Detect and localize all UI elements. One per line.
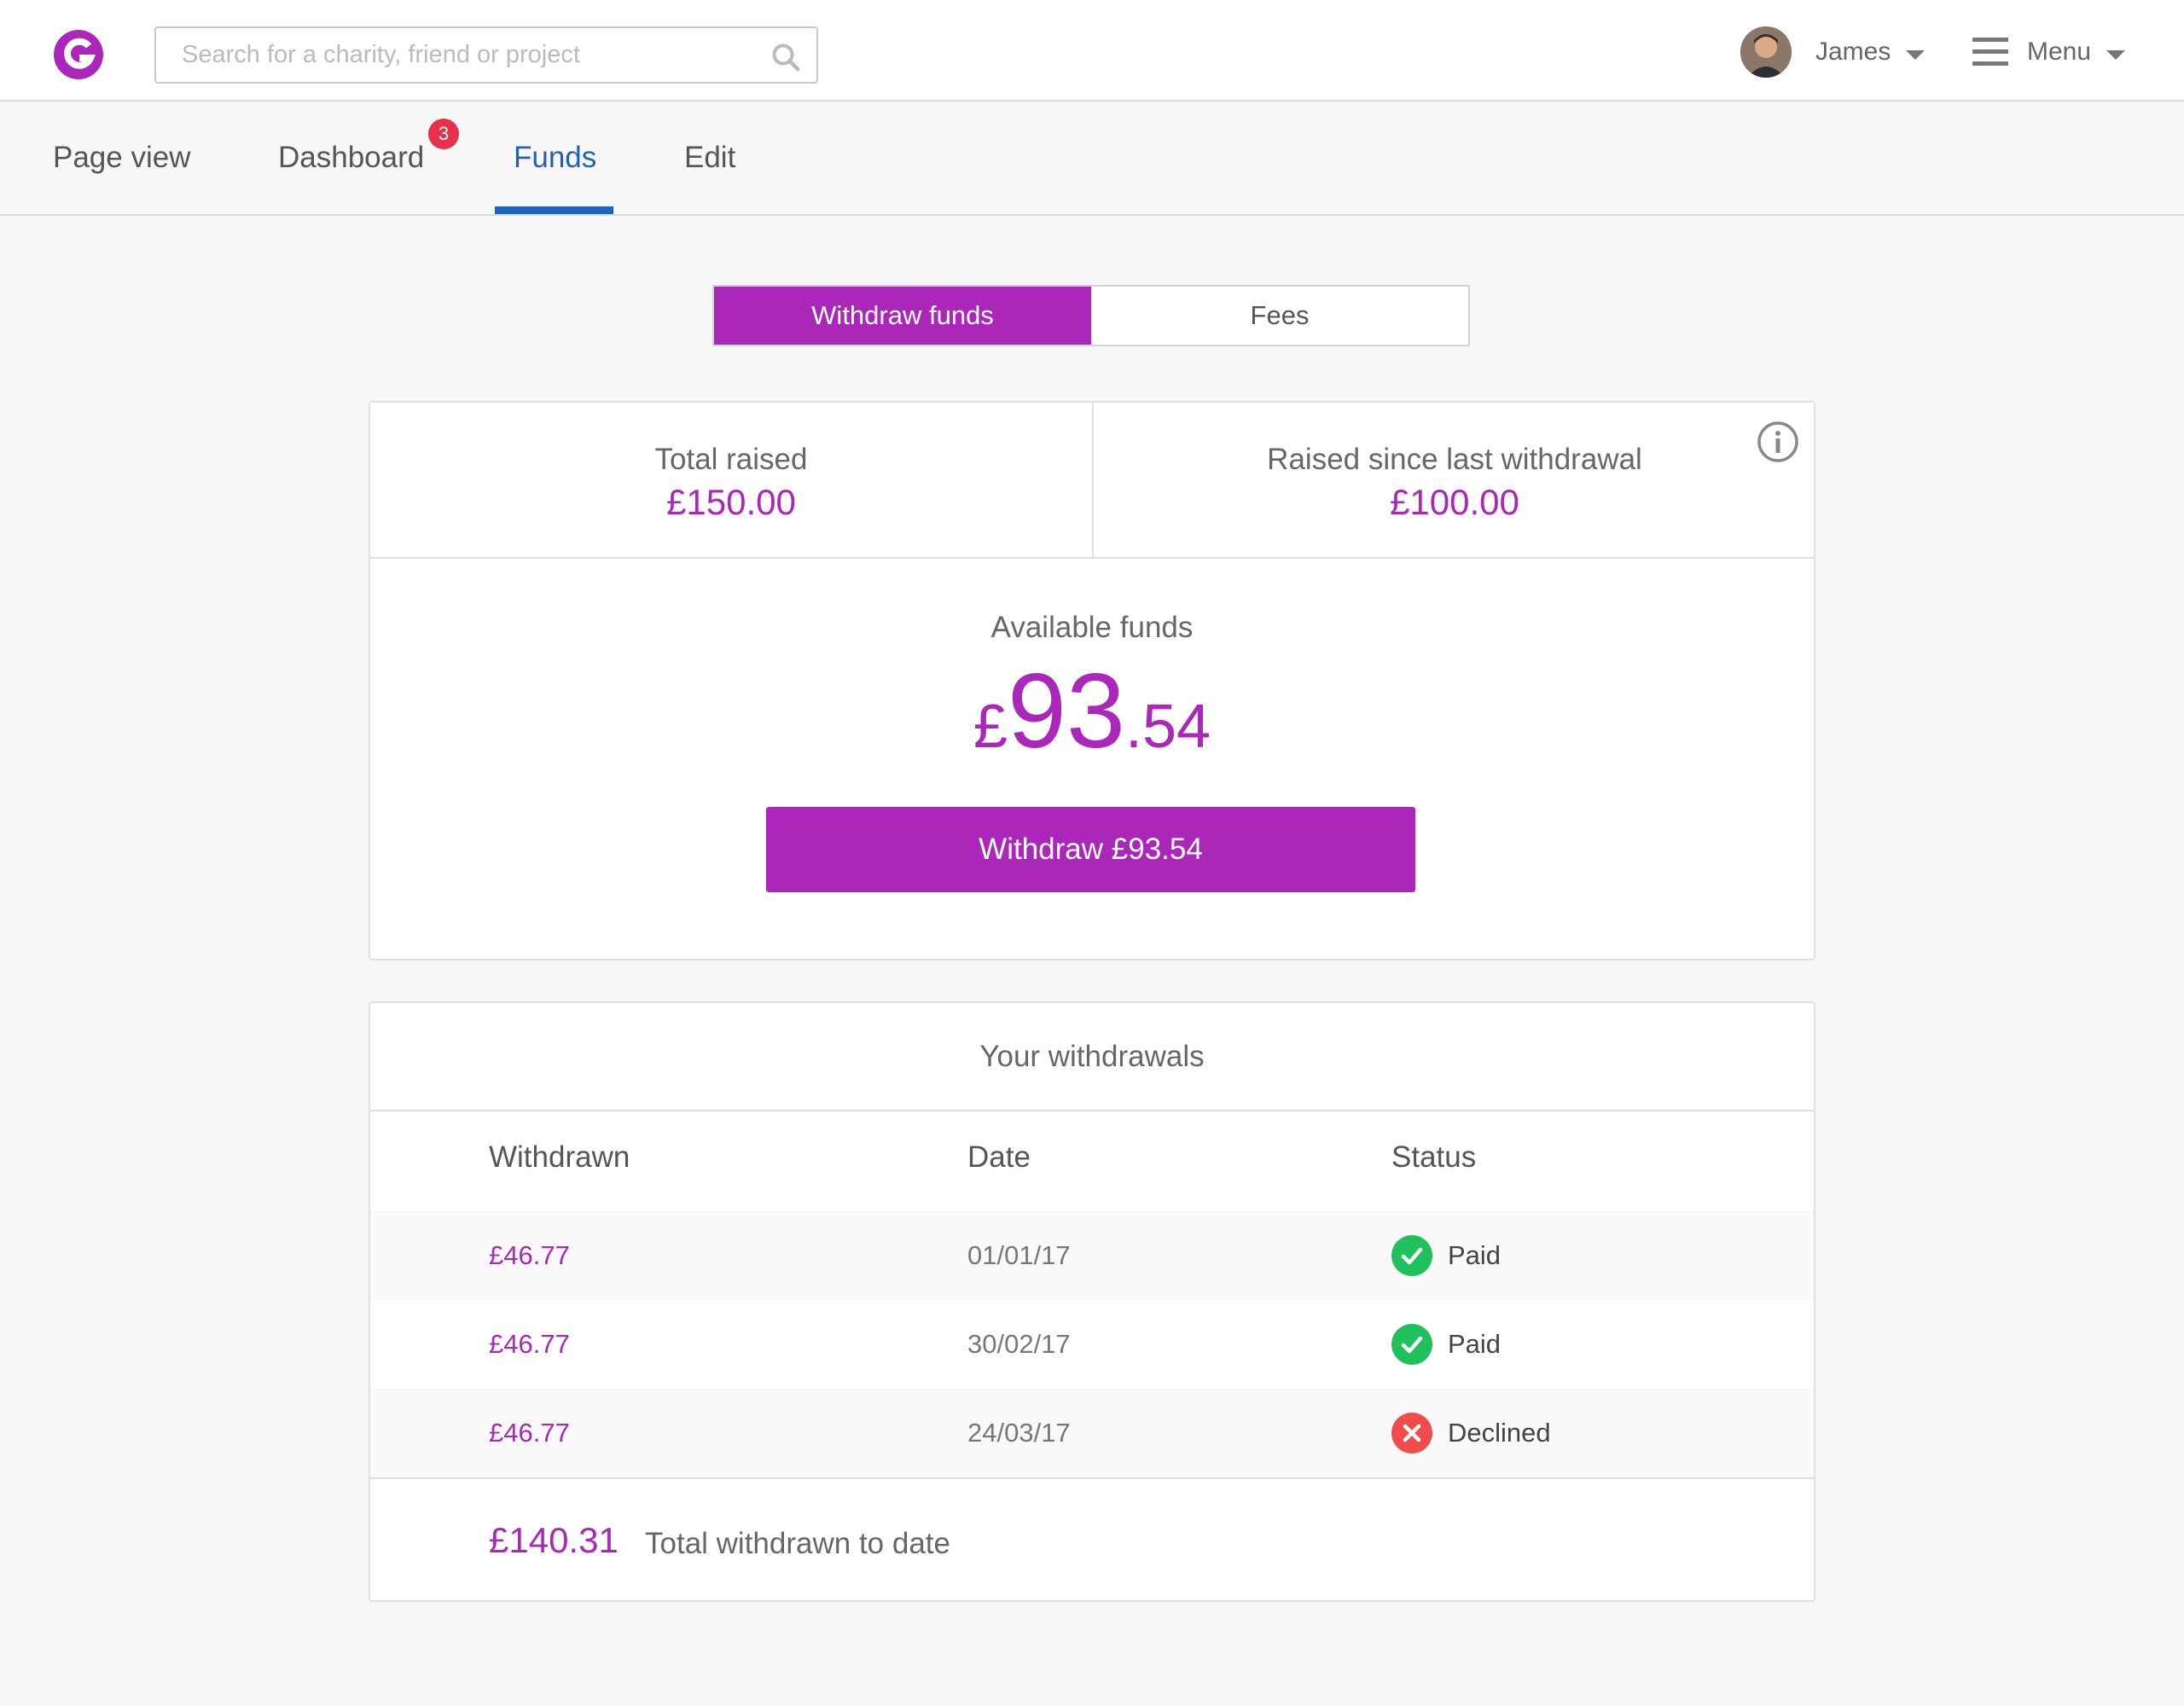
avatar[interactable] [1740, 26, 1792, 78]
withdraw-button[interactable]: Withdraw £93.54 [766, 807, 1415, 892]
withdrawal-status: Paid [1391, 1300, 1501, 1389]
chevron-down-icon[interactable] [2106, 49, 2126, 60]
total-withdrawn-amount: £140.31 [489, 1520, 619, 1560]
column-header-date: Date [967, 1140, 1031, 1174]
raised-since-last: Raised since last withdrawal £100.00 [1094, 403, 1815, 557]
search-icon[interactable] [770, 42, 801, 73]
withdrawals-footer: £140.31 Total withdrawn to date [370, 1477, 1814, 1602]
user-dropdown[interactable]: James [1740, 26, 1926, 78]
withdrawal-date: 24/03/17 [967, 1418, 1071, 1448]
column-header-status: Status [1391, 1140, 1477, 1174]
available-funds-amount: £93.54 [370, 659, 1814, 764]
chevron-down-icon[interactable] [1906, 49, 1926, 60]
withdrawn-amount: £46.77 [489, 1418, 570, 1448]
funds-toggle: Withdraw funds Fees [712, 285, 1470, 346]
raised-since-last-label: Raised since last withdrawal [1267, 443, 1642, 476]
table-row: £46.77 24/03/17 Declined [370, 1389, 1814, 1477]
available-decimal: .54 [1124, 693, 1211, 761]
withdrawal-date: 01/01/17 [967, 1240, 1071, 1270]
withdrawal-status: Declined [1391, 1389, 1551, 1477]
user-name[interactable]: James [1815, 38, 1891, 67]
status-label: Declined [1448, 1418, 1551, 1448]
total-raised: Total raised £150.00 [370, 403, 1094, 557]
status-label: Paid [1448, 1329, 1502, 1359]
notification-badge: 3 [428, 119, 459, 149]
search-box[interactable] [154, 26, 818, 84]
total-withdrawn-label: Total withdrawn to date [645, 1527, 950, 1560]
withdrawal-date: 30/02/17 [967, 1329, 1071, 1359]
page-tabs: Page view Dashboard 3 Funds Edit [0, 102, 2184, 216]
withdrawn-amount: £46.77 [489, 1240, 570, 1270]
fees-toggle[interactable]: Fees [1091, 287, 1468, 345]
withdrawal-status: Paid [1391, 1211, 1501, 1300]
withdraw-funds-toggle[interactable]: Withdraw funds [714, 287, 1091, 345]
tab-funds[interactable]: Funds [494, 102, 614, 214]
search-input[interactable] [182, 28, 745, 82]
menu-label[interactable]: Menu [2027, 38, 2091, 67]
tab-edit[interactable]: Edit [684, 102, 735, 214]
giving-logo-icon[interactable] [51, 27, 106, 82]
stats-row: Total raised £150.00 Raised since last w… [370, 403, 1814, 559]
main-menu[interactable]: Menu [1972, 26, 2126, 78]
funds-summary-card: Total raised £150.00 Raised since last w… [369, 401, 1815, 960]
tab-dashboard[interactable]: Dashboard [278, 102, 424, 214]
info-icon[interactable] [1756, 420, 1800, 464]
column-header-withdrawn: Withdrawn [489, 1140, 630, 1174]
withdrawn-amount: £46.77 [489, 1329, 570, 1359]
top-header: James Menu [0, 0, 2184, 102]
check-circle-icon [1391, 1324, 1432, 1365]
available-currency: £ [973, 693, 1008, 761]
status-label: Paid [1448, 1240, 1502, 1270]
hamburger-icon[interactable] [1972, 38, 2008, 67]
check-circle-icon [1391, 1235, 1432, 1276]
withdrawals-card: Your withdrawals Withdrawn Date Status £… [369, 1001, 1815, 1602]
withdrawals-title: Your withdrawals [370, 1003, 1814, 1111]
tab-page-view[interactable]: Page view [53, 102, 190, 214]
cross-circle-icon [1391, 1413, 1432, 1454]
available-whole: 93 [1008, 653, 1125, 770]
available-funds-label: Available funds [990, 611, 1194, 644]
table-row: £46.77 30/02/17 Paid [370, 1300, 1814, 1389]
table-row: £46.77 01/01/17 Paid [370, 1211, 1814, 1300]
total-raised-label: Total raised [654, 443, 808, 476]
raised-since-last-value: £100.00 [1390, 482, 1519, 522]
total-raised-value: £150.00 [666, 482, 796, 522]
